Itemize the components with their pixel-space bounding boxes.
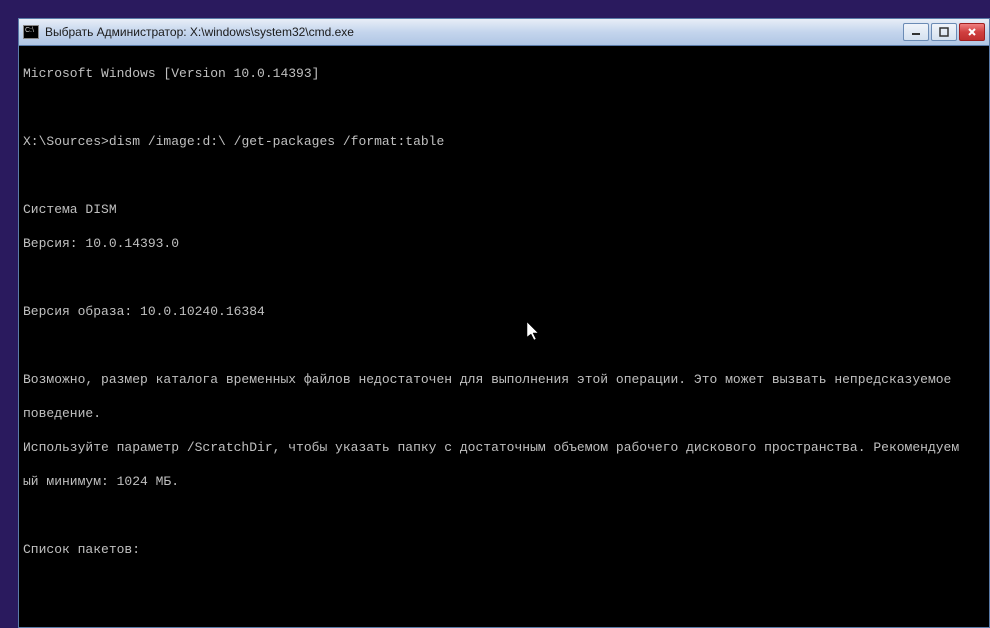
- blank: [23, 337, 985, 354]
- version-line: Версия: 10.0.14393.0: [23, 235, 985, 252]
- window-controls: [903, 23, 985, 41]
- blank: [23, 507, 985, 524]
- cmd-window: Выбрать Администратор: X:\windows\system…: [18, 18, 990, 628]
- maximize-button[interactable]: [931, 23, 957, 41]
- prompt-line: X:\Sources>dism /image:d:\ /get-packages…: [23, 133, 985, 150]
- warning-line: Возможно, размер каталога временных файл…: [23, 371, 985, 388]
- minimize-button[interactable]: [903, 23, 929, 41]
- window-title: Выбрать Администратор: X:\windows\system…: [45, 25, 903, 39]
- titlebar[interactable]: Выбрать Администратор: X:\windows\system…: [18, 18, 990, 46]
- system-line: Система DISM: [23, 201, 985, 218]
- warning-line: поведение.: [23, 405, 985, 422]
- cmd-icon: [23, 25, 39, 39]
- warning-line: ый минимум: 1024 МБ.: [23, 473, 985, 490]
- header-line: Microsoft Windows [Version 10.0.14393]: [23, 65, 985, 82]
- blank: [23, 269, 985, 286]
- blank: [23, 99, 985, 116]
- close-button[interactable]: [959, 23, 985, 41]
- list-header: Список пакетов:: [23, 541, 985, 558]
- warning-line: Используйте параметр /ScratchDir, чтобы …: [23, 439, 985, 456]
- blank: [23, 575, 985, 592]
- terminal-output[interactable]: Microsoft Windows [Version 10.0.14393] X…: [18, 46, 990, 628]
- blank: [23, 167, 985, 184]
- blank: [23, 609, 985, 626]
- image-version-line: Версия образа: 10.0.10240.16384: [23, 303, 985, 320]
- prompt: X:\Sources>: [23, 134, 109, 149]
- command: dism /image:d:\ /get-packages /format:ta…: [109, 134, 444, 149]
